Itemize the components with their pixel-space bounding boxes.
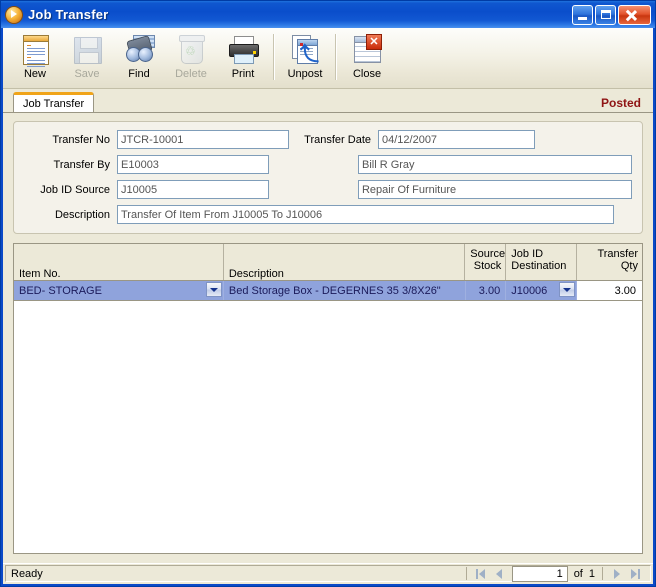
column-header-source-line2: Stock — [473, 260, 502, 272]
job-id-dropdown-icon[interactable] — [558, 282, 575, 297]
cell-job-id-destination[interactable]: J10006 — [506, 281, 577, 300]
status-badge: Posted — [600, 96, 641, 110]
cell-item-no[interactable]: BED- STORAGE — [14, 281, 224, 300]
nav-separator-right — [602, 567, 603, 580]
transfer-by-input[interactable]: E10003 — [117, 155, 269, 174]
job-id-source-input[interactable]: J10005 — [117, 180, 269, 199]
application-window: Job Transfer New Save Find ♲ Delete Prin… — [0, 0, 656, 587]
close-button[interactable] — [618, 4, 651, 25]
toolbar-delete-label: Delete — [175, 68, 207, 80]
item-no-dropdown-icon[interactable] — [205, 282, 222, 297]
status-bar: Ready 1 of 1 — [3, 563, 653, 584]
toolbar-find-button[interactable]: Find — [113, 32, 165, 86]
window-controls — [572, 4, 653, 25]
floppy-disk-icon — [71, 33, 103, 65]
window-title: Job Transfer — [28, 7, 109, 22]
last-record-button[interactable] — [627, 566, 644, 581]
status-message: Ready — [5, 565, 459, 582]
toolbar-print-label: Print — [231, 68, 255, 80]
transfer-date-input[interactable]: 04/12/2007 — [378, 130, 535, 149]
column-header-source-stock[interactable]: Source Stock — [465, 244, 507, 280]
transfer-no-label: Transfer No — [52, 133, 110, 146]
items-grid: Item No. Description Source Stock Job ID… — [13, 243, 643, 554]
record-number-input[interactable]: 1 — [511, 565, 568, 582]
toolbar-print-button[interactable]: Print — [217, 32, 269, 86]
grid-header-row: Item No. Description Source Stock Job ID… — [14, 244, 642, 281]
transfer-date-label: Transfer Date — [304, 133, 371, 146]
tab-job-transfer-label: Job Transfer — [23, 97, 85, 110]
nav-separator-left — [465, 567, 467, 580]
maximize-button[interactable] — [595, 4, 616, 25]
unpost-arrow-glyph: ⤴ — [300, 44, 320, 65]
form-row-transfer-no: Transfer No JTCR-10001 Transfer Date 04/… — [24, 130, 632, 149]
toolbar-separator-2 — [335, 34, 337, 80]
printer-icon — [227, 33, 259, 65]
next-record-button[interactable] — [608, 566, 625, 581]
column-header-job-line1: Job ID — [511, 248, 544, 260]
minimize-button[interactable] — [572, 4, 593, 25]
column-header-qty-line1: Transfer — [597, 248, 638, 260]
toolbar-unpost-button[interactable]: ⤴ Unpost — [279, 32, 331, 86]
cell-job-id-text: J10006 — [511, 284, 548, 297]
previous-record-button[interactable] — [491, 566, 508, 581]
unpost-icon: ⤴ — [289, 33, 321, 65]
toolbar-unpost-label: Unpost — [287, 68, 323, 80]
transfer-by-label: Transfer By — [53, 158, 110, 171]
form-row-transfer-by: Transfer By E10003 Bill R Gray — [24, 155, 632, 174]
cell-source-stock[interactable]: 3.00 — [466, 281, 507, 300]
toolbar: New Save Find ♲ Delete Print ⤴ Unpost ✕ … — [3, 28, 653, 89]
job-id-source-label: Job ID Source — [40, 183, 110, 196]
column-header-item-no[interactable]: Item No. — [14, 244, 224, 280]
column-header-qty-line2: Qty — [620, 260, 638, 272]
close-badge-glyph: ✕ — [366, 34, 382, 50]
table-row[interactable]: BED- STORAGE Bed Storage Box - DEGERNES … — [14, 281, 642, 301]
transfer-header-form: Transfer No JTCR-10001 Transfer Date 04/… — [13, 121, 643, 234]
record-navigator: 1 of 1 — [458, 565, 651, 582]
column-header-description[interactable]: Description — [224, 244, 466, 280]
tab-strip: Job Transfer Posted — [3, 89, 653, 112]
toolbar-save-label: Save — [74, 68, 100, 80]
record-of-label: of — [573, 567, 583, 580]
cell-description[interactable]: Bed Storage Box - DEGERNES 35 3/8X26" — [224, 281, 466, 300]
grid-body: BED- STORAGE Bed Storage Box - DEGERNES … — [14, 281, 642, 553]
toolbar-delete-button[interactable]: ♲ Delete — [165, 32, 217, 86]
tab-panel: Transfer No JTCR-10001 Transfer Date 04/… — [3, 112, 653, 563]
cell-item-no-text: BED- STORAGE — [19, 284, 102, 297]
form-row-job-id-source: Job ID Source J10005 Repair Of Furniture — [24, 180, 632, 199]
new-document-icon — [19, 33, 51, 67]
job-source-name-input[interactable]: Repair Of Furniture — [357, 180, 632, 199]
client-area: New Save Find ♲ Delete Print ⤴ Unpost ✕ … — [3, 28, 653, 584]
description-label: Description — [54, 208, 110, 221]
form-row-description: Description Transfer Of Item From J10005… — [24, 205, 632, 224]
toolbar-find-label: Find — [128, 68, 150, 80]
column-header-job-line2: Destination — [511, 260, 567, 272]
toolbar-separator — [273, 34, 275, 80]
cell-transfer-qty[interactable]: 3.00 — [576, 281, 642, 300]
recycle-glyph: ♲ — [185, 44, 196, 58]
description-input[interactable]: Transfer Of Item From J10005 To J10006 — [117, 205, 614, 224]
tab-job-transfer[interactable]: Job Transfer — [13, 92, 95, 112]
toolbar-close-label: Close — [352, 68, 382, 80]
record-total-label: 1 — [588, 567, 595, 580]
close-document-icon: ✕ — [351, 33, 383, 65]
recycle-bin-icon: ♲ — [175, 33, 207, 65]
transfer-by-name-input[interactable]: Bill R Gray — [357, 155, 632, 174]
title-bar: Job Transfer — [1, 1, 655, 28]
transfer-no-input[interactable]: JTCR-10001 — [117, 130, 289, 149]
toolbar-new-label: New — [23, 68, 46, 80]
column-header-job-id-destination[interactable]: Job ID Destination — [506, 244, 577, 280]
binoculars-icon — [123, 33, 155, 65]
toolbar-new-button[interactable]: New — [9, 32, 61, 86]
app-orb-icon — [6, 6, 22, 23]
toolbar-close-button[interactable]: ✕ Close — [341, 32, 393, 86]
toolbar-save-button[interactable]: Save — [61, 32, 113, 86]
first-record-button[interactable] — [472, 566, 489, 581]
column-header-source-line1: Source — [470, 248, 506, 260]
column-header-transfer-qty[interactable]: Transfer Qty — [577, 244, 642, 280]
